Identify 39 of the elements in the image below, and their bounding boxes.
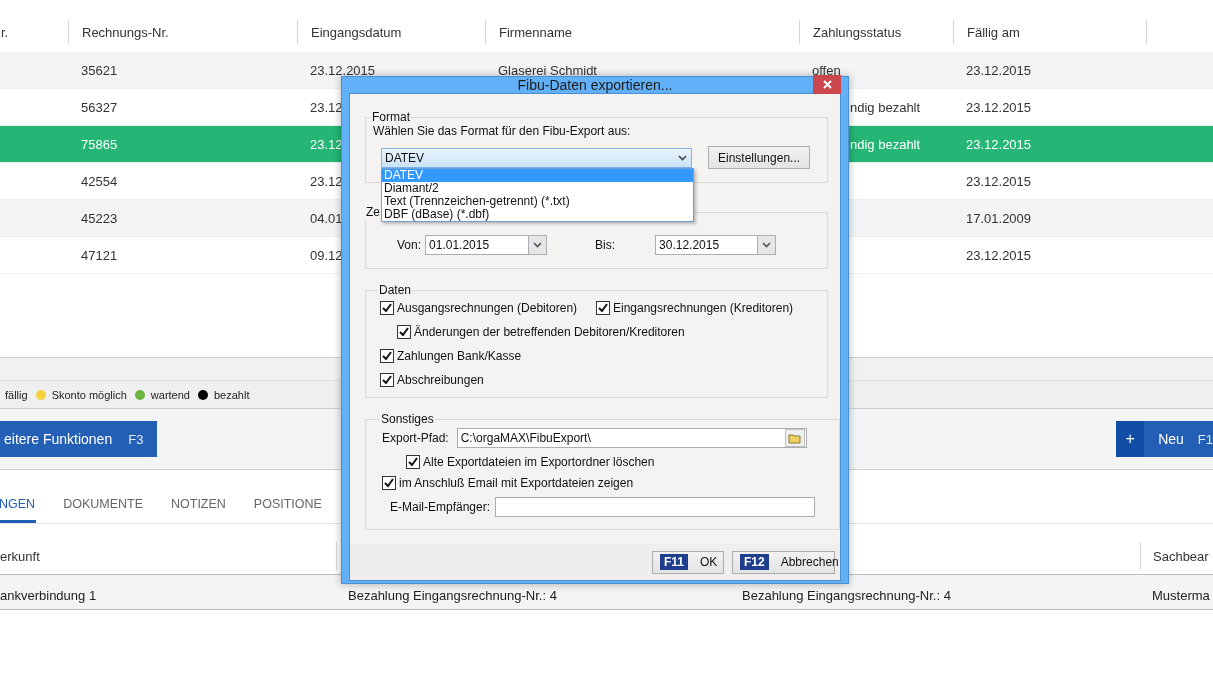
legend-label: bezahlt <box>214 388 250 401</box>
table-cell: 23.12.2015 <box>966 99 1032 115</box>
table-cell: 09.12 <box>310 247 343 263</box>
table-cell: 35621 <box>81 62 118 78</box>
table-cell: 04.01 <box>310 210 343 226</box>
table-cell: Bezahlung Eingangsrechnung-Nr.: 4 <box>348 588 557 603</box>
table-cell: Musterma <box>1152 588 1210 603</box>
format-prompt: Wählen Sie das Format für den Fibu-Export aus: <box>373 124 632 138</box>
path-label: Export-Pfad: <box>382 431 449 445</box>
table-cell: 23.12.2015 <box>966 136 1032 152</box>
table-cell: 17.01.2009 <box>966 210 1032 226</box>
table-cell: 45223 <box>81 210 118 226</box>
group-title: Sonstiges <box>380 412 435 426</box>
table-cell: 42554 <box>81 173 118 189</box>
table-cell: 23.12 <box>310 173 343 189</box>
table-cell: 23.12.2015 <box>966 62 1032 78</box>
table-cell: offen <box>812 62 841 78</box>
from-label: Von: <box>397 238 422 252</box>
table-cell: 23.12.2015 <box>310 62 376 78</box>
group-title: Format <box>371 110 411 124</box>
table-cell: Bezahlung Eingangsrechnung-Nr.: 4 <box>742 588 951 603</box>
group-title: Daten <box>378 283 413 297</box>
legend-label: wartend <box>150 388 190 401</box>
legend-label: fällig <box>5 388 28 401</box>
to-label: Bis: <box>595 238 617 252</box>
table-cell: 23.12 <box>310 99 343 115</box>
table-cell: Glaserei Schmidt <box>498 62 597 78</box>
table-cell: 23.12 <box>310 136 343 152</box>
table-cell: 56327 <box>81 99 118 115</box>
table-cell: ndig bezahlt <box>850 136 921 152</box>
table-cell: 75865 <box>81 136 118 152</box>
email-label: E-Mail-Empfänger: <box>390 500 491 514</box>
table-cell: 47121 <box>81 247 118 263</box>
table-cell: 23.12.2015 <box>966 247 1032 263</box>
table-cell: 23.12.2015 <box>966 173 1032 189</box>
table-cell: ankverbindung 1 <box>0 588 97 603</box>
legend-label: Skonto möglich <box>51 388 127 401</box>
group-title: Ze <box>365 205 381 219</box>
table-cell: ndig bezahlt <box>850 99 921 115</box>
